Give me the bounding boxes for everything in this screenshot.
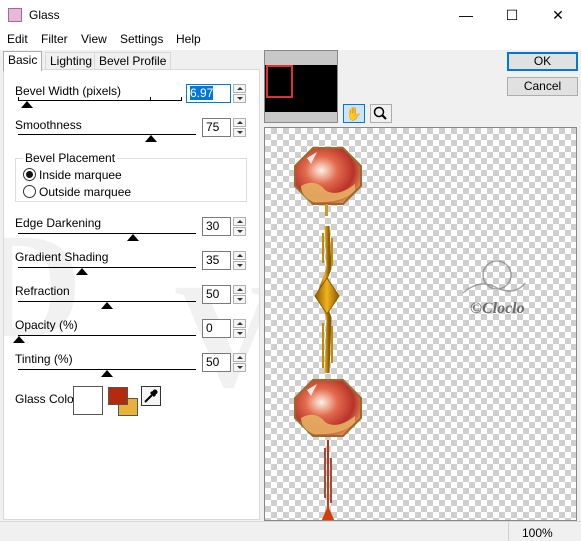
bevel-width-track[interactable] bbox=[18, 100, 182, 101]
menu-bar: Edit Filter View Settings Help bbox=[0, 30, 581, 50]
smoothness-input[interactable]: 75 bbox=[202, 118, 231, 137]
basic-settings-panel: D V Bevel Width (pixels) 6.97 Smoothness… bbox=[3, 69, 260, 520]
opacity-label: Opacity (%) bbox=[15, 318, 78, 332]
pan-hand-icon[interactable]: ✋ bbox=[343, 104, 365, 123]
refraction-spinner[interactable] bbox=[233, 285, 246, 304]
menu-edit[interactable]: Edit bbox=[7, 32, 28, 46]
maximize-icon[interactable]: ☐ bbox=[489, 0, 535, 30]
minimize-icon[interactable]: — bbox=[443, 0, 489, 30]
edge-darkening-track[interactable] bbox=[18, 233, 196, 234]
bevel-width-input[interactable]: 6.97 bbox=[186, 84, 231, 103]
refraction-thumb[interactable] bbox=[101, 302, 113, 309]
refraction-input[interactable]: 50 bbox=[202, 285, 231, 304]
smoothness-thumb[interactable] bbox=[145, 135, 157, 142]
zoom-level: 100% bbox=[522, 526, 553, 540]
status-bar: 100% bbox=[0, 521, 581, 541]
tab-lighting[interactable]: Lighting bbox=[45, 52, 98, 70]
menu-settings[interactable]: Settings bbox=[120, 32, 163, 46]
edge-darkening-spinner[interactable] bbox=[233, 217, 246, 236]
cancel-button[interactable]: Cancel bbox=[507, 77, 578, 96]
opacity-input[interactable]: 0 bbox=[202, 319, 231, 338]
foreground-color-swatch[interactable] bbox=[108, 387, 128, 405]
glass-color-swatch[interactable] bbox=[73, 386, 103, 415]
outside-marquee-label[interactable]: Outside marquee bbox=[39, 185, 131, 199]
tinting-input[interactable]: 50 bbox=[202, 353, 231, 372]
inside-marquee-radio[interactable] bbox=[23, 168, 36, 181]
bevel-width-label: Bevel Width (pixels) bbox=[15, 84, 122, 98]
edge-darkening-input[interactable]: 30 bbox=[202, 217, 231, 236]
menu-view[interactable]: View bbox=[81, 32, 107, 46]
opacity-track[interactable] bbox=[18, 335, 196, 336]
tinting-thumb[interactable] bbox=[101, 370, 113, 377]
navigator-viewport-frame[interactable] bbox=[266, 65, 293, 98]
gradient-shading-thumb[interactable] bbox=[76, 268, 88, 275]
smoothness-spinner[interactable] bbox=[233, 118, 246, 137]
red-drip bbox=[321, 440, 335, 520]
edge-darkening-thumb[interactable] bbox=[127, 234, 139, 241]
glass-color-label: Glass Color bbox=[15, 392, 78, 406]
close-icon[interactable]: ✕ bbox=[535, 0, 581, 30]
gradient-shading-spinner[interactable] bbox=[233, 251, 246, 270]
title-bar: Glass — ☐ ✕ bbox=[0, 0, 581, 30]
menu-filter[interactable]: Filter bbox=[41, 32, 68, 46]
bevel-width-thumb[interactable] bbox=[21, 101, 33, 108]
status-divider bbox=[508, 522, 509, 541]
zoom-magnifier-icon[interactable] bbox=[370, 104, 392, 123]
tab-basic[interactable]: Basic bbox=[3, 51, 43, 71]
smoothness-track[interactable] bbox=[18, 134, 196, 135]
tinting-spinner[interactable] bbox=[233, 353, 246, 372]
gradient-shading-input[interactable]: 35 bbox=[202, 251, 231, 270]
bevel-placement-label: Bevel Placement bbox=[23, 151, 118, 165]
opacity-thumb[interactable] bbox=[13, 336, 25, 343]
signature-text: ©Cloclo bbox=[470, 300, 525, 317]
tick bbox=[150, 97, 151, 101]
opacity-spinner[interactable] bbox=[233, 319, 246, 338]
preview-canvas[interactable]: ©Cloclo bbox=[264, 127, 577, 521]
edge-darkening-label: Edge Darkening bbox=[15, 216, 102, 230]
tab-bevel-profile[interactable]: Bevel Profile bbox=[94, 52, 172, 70]
window-title: Glass bbox=[29, 8, 60, 22]
refraction-label: Refraction bbox=[15, 284, 70, 298]
tick bbox=[18, 97, 19, 101]
tick bbox=[181, 97, 182, 101]
outside-marquee-radio[interactable] bbox=[23, 185, 36, 198]
tinting-label: Tinting (%) bbox=[15, 352, 73, 366]
app-icon bbox=[8, 8, 22, 22]
menu-help[interactable]: Help bbox=[176, 32, 201, 46]
eyedropper-icon[interactable] bbox=[141, 386, 161, 406]
navigator-thumbnail[interactable] bbox=[264, 50, 338, 123]
preview-image: ©Cloclo bbox=[294, 147, 526, 520]
gradient-shading-track[interactable] bbox=[18, 267, 196, 268]
signature-watermark bbox=[462, 260, 526, 294]
smoothness-label: Smoothness bbox=[15, 118, 82, 132]
ok-button[interactable]: OK bbox=[507, 52, 578, 71]
inside-marquee-label[interactable]: Inside marquee bbox=[39, 168, 122, 182]
gradient-shading-label: Gradient Shading bbox=[15, 250, 109, 264]
bevel-width-spinner[interactable] bbox=[233, 84, 246, 103]
